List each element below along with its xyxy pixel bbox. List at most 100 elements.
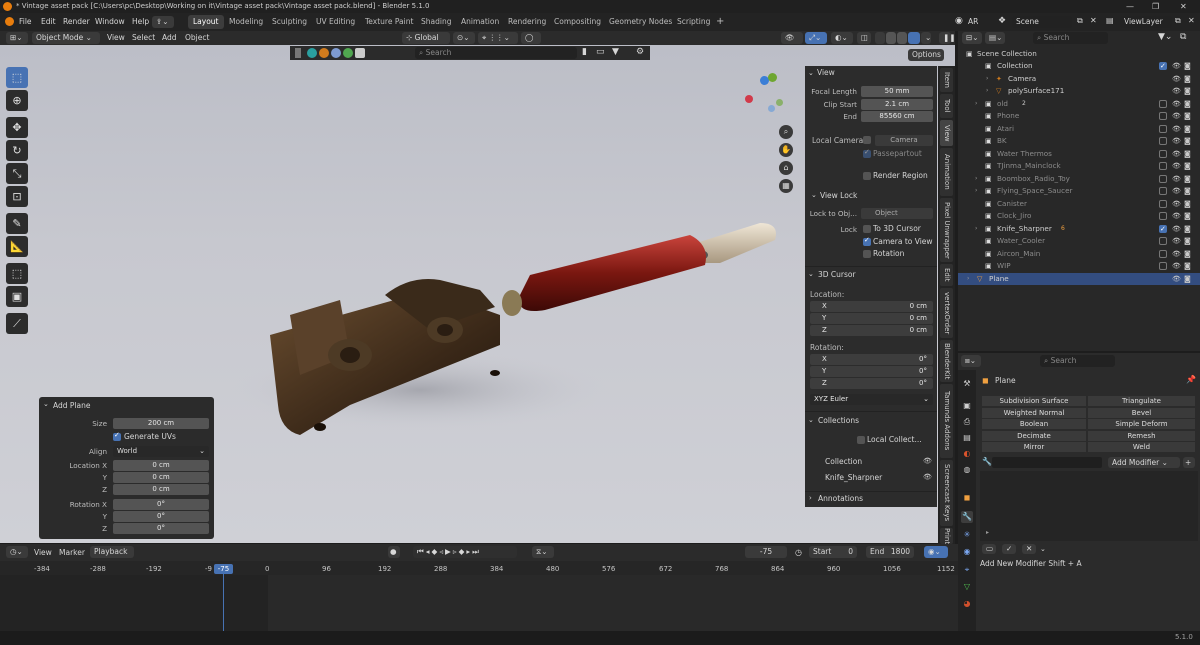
- rotation-z-field[interactable]: 0°: [113, 523, 209, 534]
- material-shading-icon[interactable]: [897, 32, 907, 44]
- timeline-type-icon[interactable]: ◷⌄: [6, 546, 28, 558]
- location-z-field[interactable]: 0 cm: [113, 484, 209, 495]
- modifier-bevel-button[interactable]: Bevel: [1088, 407, 1195, 418]
- render-camera-icon[interactable]: ◙: [1184, 260, 1191, 273]
- exclude-checkbox[interactable]: [1159, 174, 1167, 183]
- outliner-row[interactable]: › ▣ Flying_Space_Saucer 👁 ◙: [958, 185, 1200, 198]
- overlay-icon[interactable]: ◐⌄: [831, 32, 853, 44]
- sync-icon[interactable]: ⧖⌄: [532, 546, 554, 558]
- location-y-field[interactable]: 0 cm: [113, 472, 209, 483]
- maximize-icon[interactable]: ❐: [1152, 0, 1159, 13]
- render-tab-icon[interactable]: ▣: [961, 400, 973, 412]
- local-camera-checkbox[interactable]: [863, 136, 871, 144]
- expand-chevron-icon[interactable]: ›: [975, 98, 977, 111]
- visibility-eye-icon[interactable]: 👁: [1172, 223, 1181, 236]
- menu-window[interactable]: Window: [95, 17, 125, 26]
- minimize-icon[interactable]: —: [1126, 0, 1134, 13]
- outliner-row[interactable]: ▣ Water Thermos 👁 ◙: [958, 148, 1200, 161]
- tab-print[interactable]: Print: [940, 528, 953, 544]
- expand-chevron-icon[interactable]: ›: [975, 185, 977, 198]
- exclude-checkbox[interactable]: [1159, 137, 1167, 145]
- tab-scripting[interactable]: Scripting: [672, 15, 715, 29]
- outliner-filter-icon[interactable]: ▼⌄: [1158, 32, 1172, 42]
- snap-icon[interactable]: ⌖ ⋮⋮⌄: [478, 32, 518, 44]
- xray-icon[interactable]: ◫: [857, 32, 871, 44]
- outliner-row[interactable]: ▣ WIP 👁 ◙: [958, 260, 1200, 273]
- start-frame-field[interactable]: Start 0: [809, 546, 857, 558]
- modifier-triangulate-button[interactable]: Triangulate: [1088, 396, 1195, 406]
- render-camera-icon[interactable]: ◙: [1184, 185, 1191, 198]
- add-object-tool-icon[interactable]: ▣: [6, 286, 28, 307]
- render-camera-icon[interactable]: ◙: [1184, 73, 1191, 86]
- add-modifier-button[interactable]: Add Modifier ⌄: [1108, 457, 1180, 468]
- properties-type-icon[interactable]: ⧈⌄: [961, 355, 981, 367]
- render-camera-icon[interactable]: ◙: [1184, 85, 1191, 98]
- generate-uvs-checkbox[interactable]: [113, 431, 121, 441]
- copy-scene-icon[interactable]: ⧉: [1077, 16, 1083, 26]
- output-tab-icon[interactable]: ⎙: [961, 416, 973, 428]
- pivot-icon[interactable]: ⊙⌄: [453, 32, 475, 44]
- material-tab-icon[interactable]: ◕: [961, 598, 973, 610]
- display-icon[interactable]: ▭: [596, 47, 605, 57]
- world-tab-icon[interactable]: ◍: [961, 464, 973, 476]
- rotation-x-field[interactable]: 0°: [113, 499, 209, 510]
- object-tab-icon[interactable]: ◼: [961, 492, 973, 504]
- render-camera-icon[interactable]: ◙: [1184, 198, 1191, 211]
- tab-layout[interactable]: Layout: [188, 15, 224, 29]
- render-camera-icon[interactable]: ◙: [1184, 248, 1191, 261]
- stack-display-icon[interactable]: ▭: [982, 544, 996, 554]
- menu-help[interactable]: Help: [132, 17, 149, 26]
- outliner-row[interactable]: ▣ Collection 👁◙: [958, 60, 1200, 73]
- delete-scene-icon[interactable]: ✕: [1090, 16, 1097, 25]
- tab-edit[interactable]: Edit: [940, 264, 953, 286]
- size-field[interactable]: 200 cm: [113, 418, 209, 429]
- blender-menu-icon[interactable]: [5, 17, 14, 26]
- modifier-simple-deform-button[interactable]: Simple Deform: [1088, 419, 1195, 429]
- render-camera-icon[interactable]: ◙: [1184, 148, 1191, 161]
- tab-uv-editing[interactable]: UV Editing: [311, 15, 360, 29]
- exclude-checkbox[interactable]: [1159, 199, 1167, 208]
- exclude-checkbox[interactable]: [1159, 60, 1167, 73]
- expand-chevron-icon[interactable]: ›: [986, 85, 988, 98]
- new-collection-icon[interactable]: ⧉: [1180, 32, 1186, 42]
- tab-animation[interactable]: Animation: [456, 15, 504, 29]
- expand-chevron-icon[interactable]: ›: [975, 173, 977, 186]
- measure-tool-icon[interactable]: 📐: [6, 236, 28, 257]
- proportional-edit-icon[interactable]: ◯ ∧: [521, 32, 541, 54]
- tab-tool[interactable]: Tool: [940, 94, 953, 118]
- menu-file[interactable]: File: [19, 17, 32, 26]
- exclude-checkbox[interactable]: [1159, 162, 1167, 170]
- zoom-icon[interactable]: ⌕: [779, 125, 793, 139]
- render-camera-icon[interactable]: ◙: [1184, 123, 1191, 136]
- cursor-x-field[interactable]: X 0 cm: [810, 301, 933, 312]
- render-camera-icon[interactable]: ◙: [1184, 235, 1191, 248]
- collection-item[interactable]: Collection: [825, 457, 862, 466]
- location-x-field[interactable]: 0 cm: [113, 460, 209, 471]
- pin-icon[interactable]: 📌: [1186, 375, 1196, 384]
- collections-collapse-icon[interactable]: ⌄: [808, 416, 814, 424]
- modifier-mirror-button[interactable]: Mirror: [982, 442, 1086, 452]
- orientation-selector[interactable]: ⊹ Global: [402, 32, 450, 44]
- outliner-row[interactable]: › ▣ Boombox_Radio_Toy 👁 ◙: [958, 173, 1200, 186]
- outliner-row[interactable]: ▣ Aircon_Main 👁 ◙: [958, 248, 1200, 261]
- delete-viewlayer-icon[interactable]: ✕: [1188, 16, 1195, 25]
- exclude-checkbox[interactable]: [1159, 149, 1167, 158]
- close-icon[interactable]: ✕: [1180, 0, 1187, 13]
- modifier-name-field[interactable]: [992, 457, 1102, 468]
- visibility-eye-icon[interactable]: 👁: [1172, 173, 1181, 186]
- rendered-shading-icon[interactable]: [908, 32, 920, 44]
- outliner-row[interactable]: ▣ Canister 👁 ◙: [958, 198, 1200, 211]
- add-modifier-plus-icon[interactable]: +: [1183, 457, 1195, 468]
- perspective-toggle-icon[interactable]: ▦: [779, 179, 793, 193]
- record-icon[interactable]: ●: [388, 546, 400, 558]
- options-button[interactable]: Options: [908, 49, 944, 61]
- exclude-checkbox[interactable]: [1159, 124, 1167, 133]
- visibility-eye-icon[interactable]: 👁: [1172, 185, 1181, 198]
- scene-tab-icon[interactable]: ◐: [961, 448, 973, 460]
- cursor-collapse-icon[interactable]: ⌄: [808, 270, 814, 278]
- modifier-subdivision-surface-button[interactable]: Subdivision Surface: [982, 396, 1086, 406]
- editor-type-icon[interactable]: ⊞⌄: [6, 32, 28, 44]
- clip-end-field[interactable]: 85560 cm: [861, 111, 933, 122]
- playback-controls[interactable]: ⏮◂◆◃▶▹◆▸⏭: [413, 546, 517, 558]
- add-workspace-icon[interactable]: +: [716, 16, 724, 27]
